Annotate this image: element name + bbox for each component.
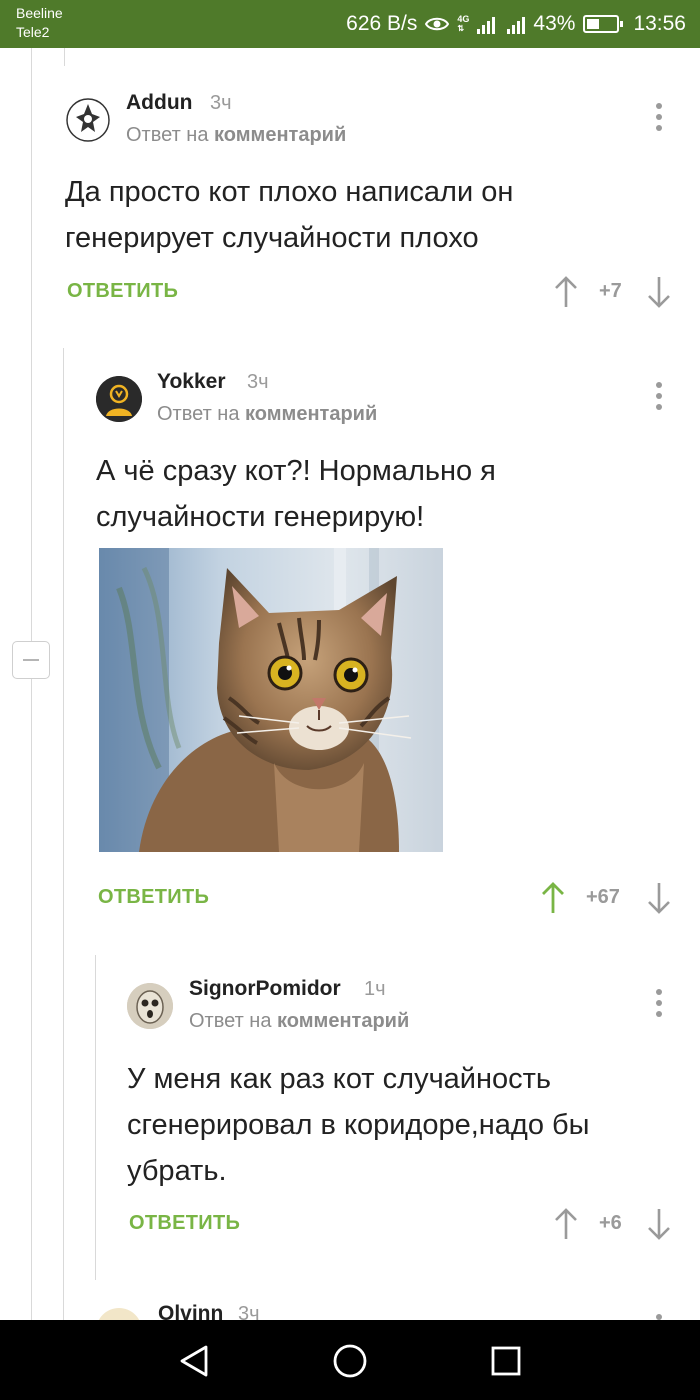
comment-text-line: сгенерировал в коридоре,надо бы: [127, 1109, 590, 1141]
more-options-icon[interactable]: [654, 989, 664, 1019]
comment-text-line: убрать.: [127, 1155, 227, 1187]
eye-icon: [425, 17, 450, 31]
comment-score: +67: [586, 886, 620, 908]
network-arrows: ⇅: [457, 24, 465, 33]
status-icons: 626 B/s 4G ⇅ 43% 13:56: [346, 9, 686, 39]
more-options-icon[interactable]: [654, 103, 664, 133]
battery-percent: 43%: [533, 12, 576, 35]
signal-icon: [477, 14, 496, 34]
comment-author[interactable]: Yokker: [157, 370, 226, 394]
avatar-emblem-icon: [66, 98, 110, 142]
comment-text-line: А чё сразу кот?! Нормально я: [96, 455, 496, 487]
avatar-mask-icon: [127, 983, 173, 1029]
battery-icon: [583, 15, 624, 33]
cat-image[interactable]: [99, 548, 443, 852]
battery-fill: [587, 19, 600, 29]
avatar[interactable]: [65, 97, 111, 143]
comment-text: А чё сразу кот?! Нормально я случайности…: [96, 448, 496, 540]
comment-time: 1ч: [364, 978, 386, 1000]
reply-button[interactable]: ОТВЕТИТЬ: [98, 886, 209, 909]
reply-prefix: Ответ на: [157, 403, 240, 425]
carrier-names: Beeline Tele2: [16, 4, 63, 42]
reply-to-link[interactable]: Ответ на комментарий: [189, 1010, 409, 1033]
network-type-label: 4G: [457, 14, 470, 24]
back-icon[interactable]: [178, 1344, 210, 1378]
reply-target: комментарий: [214, 124, 347, 146]
navigation-bar: [0, 1320, 700, 1400]
thread-line-root: [31, 48, 32, 641]
comment-text: У меня как раз кот случайность сгенериро…: [127, 1056, 590, 1194]
comment-text-line: Да просто кот плохо написали он: [65, 176, 514, 208]
comment-author[interactable]: Addun: [126, 91, 192, 115]
thread-line-level3: [95, 955, 96, 1280]
comment-author[interactable]: SignorPomidor: [189, 977, 341, 1001]
upvote-arrow-icon[interactable]: [553, 275, 579, 309]
reply-prefix: Ответ на: [189, 1010, 272, 1032]
downvote-arrow-icon[interactable]: [646, 881, 672, 915]
reply-button[interactable]: ОТВЕТИТЬ: [129, 1212, 240, 1235]
network-type: 4G ⇅: [457, 14, 470, 34]
more-options-icon[interactable]: [654, 382, 664, 412]
reply-target: комментарий: [277, 1010, 410, 1032]
carrier-2: Tele2: [16, 24, 50, 40]
screen: Beeline Tele2 626 B/s 4G ⇅ 43% 13:56 Add…: [0, 0, 700, 1400]
comment-text-line: генерирует случайности плохо: [65, 222, 479, 254]
comment-time: 3ч: [210, 92, 232, 114]
downvote-arrow-icon[interactable]: [646, 1207, 672, 1241]
upvote-arrow-icon[interactable]: [553, 1207, 579, 1241]
status-bar: Beeline Tele2 626 B/s 4G ⇅ 43% 13:56: [0, 0, 700, 48]
reply-to-link[interactable]: Ответ на комментарий: [126, 124, 346, 147]
signal-icon-2: [507, 14, 526, 34]
upvote-arrow-icon[interactable]: [540, 881, 566, 915]
comment-text: Да просто кот плохо написали он генериру…: [65, 169, 513, 261]
thread-tick: [64, 48, 65, 66]
comment-time: 3ч: [247, 371, 269, 393]
comment-score: +6: [599, 1212, 622, 1234]
downvote-arrow-icon[interactable]: [646, 275, 672, 309]
reply-prefix: Ответ на: [126, 124, 209, 146]
home-icon[interactable]: [332, 1343, 368, 1379]
comment-text-line: У меня как раз кот случайность: [127, 1063, 552, 1095]
avatar[interactable]: [127, 983, 173, 1029]
carrier-1: Beeline: [16, 5, 63, 21]
recents-icon[interactable]: [490, 1345, 522, 1377]
avatar-yellow-face-icon: [96, 376, 142, 422]
net-speed: 626 B/s: [346, 12, 418, 35]
reply-to-link[interactable]: Ответ на комментарий: [157, 403, 377, 426]
thread-line-root-lower: [31, 679, 32, 1320]
reply-button[interactable]: ОТВЕТИТЬ: [67, 280, 178, 303]
reply-target: комментарий: [245, 403, 378, 425]
avatar[interactable]: [96, 376, 142, 422]
comment-score: +7: [599, 280, 622, 302]
thread-line-level2: [63, 348, 64, 1320]
collapse-thread-button[interactable]: [12, 641, 50, 679]
clock: 13:56: [633, 12, 686, 35]
comment-text-line: случайности генерирую!: [96, 501, 425, 533]
